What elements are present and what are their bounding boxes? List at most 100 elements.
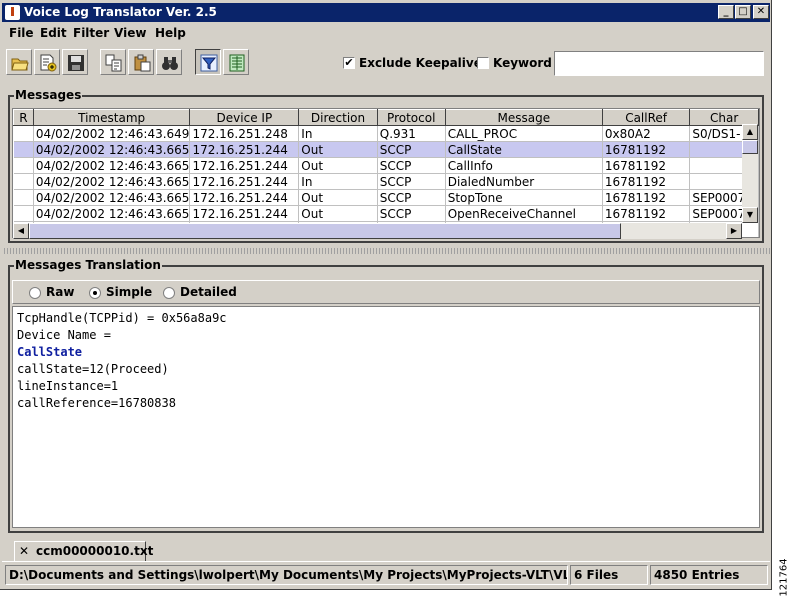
minimize-button[interactable]: _: [718, 5, 734, 19]
scroll-left-arrow-icon[interactable]: ◀: [13, 223, 29, 239]
keyword-checkbox[interactable]: [477, 57, 489, 69]
table-cell: 16781192: [602, 157, 691, 174]
window-title: Voice Log Translator Ver. 2.5: [24, 5, 217, 19]
column-header-protocol[interactable]: Protocol: [376, 109, 446, 126]
table-cell: SCCP: [377, 173, 446, 190]
paste-button[interactable]: [128, 49, 154, 75]
table-cell: 172.16.251.244: [189, 189, 300, 206]
exclude-keepalive-checkbox[interactable]: ✔: [343, 57, 355, 69]
binoculars-icon: [162, 57, 178, 70]
messages-horizontal-scrollbar[interactable]: ◀ ▶: [13, 223, 742, 239]
column-header-callref[interactable]: CallRef: [601, 109, 691, 126]
translation-line: callReference=16780838: [17, 396, 176, 410]
column-header-timestamp[interactable]: Timestamp: [32, 109, 191, 126]
table-cell: StopTone: [445, 189, 603, 206]
table-cell: 172.16.251.244: [189, 157, 300, 174]
column-header-r[interactable]: R: [13, 109, 34, 126]
radio-simple-label[interactable]: Simple: [106, 285, 152, 299]
table-row[interactable]: 04/02/2002 12:46:43.649 172.16.251.248 In Q…: [13, 125, 759, 142]
maximize-button[interactable]: □: [735, 5, 751, 19]
open-button[interactable]: [6, 49, 32, 75]
scroll-down-arrow-icon[interactable]: ▼: [742, 207, 758, 223]
close-button[interactable]: ✕: [753, 5, 769, 19]
table-cell: SCCP: [377, 141, 446, 158]
translation-text-area[interactable]: TcpHandle(TCPPid) = 0x56a8a9c Device Name…: [12, 306, 760, 528]
table-cell: 04/02/2002 12:46:43.665: [33, 141, 191, 158]
find-button[interactable]: [156, 49, 182, 75]
vertical-scroll-thumb[interactable]: [742, 140, 758, 154]
table-cell: CALL_PROC: [445, 125, 603, 142]
add-file-button[interactable]: [34, 49, 60, 75]
radio-simple[interactable]: [89, 287, 101, 299]
file-tab-label: ccm00000010.txt: [36, 544, 154, 558]
menu-view[interactable]: View: [114, 26, 146, 40]
close-tab-icon[interactable]: ✕: [19, 544, 29, 558]
table-cell: In: [298, 173, 378, 190]
table-cell: [13, 125, 34, 142]
panel-splitter[interactable]: [2, 248, 770, 254]
table-cell: Out: [298, 141, 378, 158]
columns-icon: [229, 54, 245, 72]
table-cell: Out: [298, 205, 378, 222]
table-cell: [13, 173, 34, 190]
translation-mode-group: Raw Simple Detailed: [12, 280, 760, 304]
open-icon: [11, 58, 29, 71]
translation-line: TcpHandle(TCPPid) = 0x56a8a9c: [17, 311, 227, 325]
column-header-message[interactable]: Message: [444, 109, 603, 126]
table-cell: 16781192: [602, 141, 691, 158]
table-cell: SCCP: [377, 157, 446, 174]
table-cell: Out: [298, 189, 378, 206]
table-row[interactable]: 04/02/2002 12:46:43.665 172.16.251.244 Out…: [13, 189, 759, 206]
table-row[interactable]: 04/02/2002 12:46:43.665 172.16.251.244 Out…: [13, 205, 759, 222]
scroll-right-arrow-icon[interactable]: ▶: [726, 223, 742, 239]
table-row[interactable]: 04/02/2002 12:46:43.665 172.16.251.244 Out…: [13, 157, 759, 174]
add-file-icon: [40, 54, 57, 72]
table-cell: [13, 205, 34, 222]
columns-button[interactable]: [223, 49, 249, 75]
filter-icon: [200, 54, 218, 72]
messages-vertical-scrollbar[interactable]: ▲ ▼: [742, 124, 758, 223]
filter-button[interactable]: [195, 49, 221, 75]
table-cell: 172.16.251.244: [189, 173, 300, 190]
status-files: 6 Files: [570, 565, 648, 585]
table-row[interactable]: 04/02/2002 12:46:43.665 172.16.251.244 In S…: [13, 173, 759, 190]
table-row[interactable]: 04/02/2002 12:46:43.665 172.16.251.244 Out…: [13, 141, 759, 158]
figure-id-text: 121764: [778, 558, 787, 597]
scroll-up-arrow-icon[interactable]: ▲: [742, 124, 758, 140]
messages-panel-title: Messages: [14, 88, 83, 102]
table-cell: SCCP: [377, 205, 446, 222]
column-header-direction[interactable]: Direction: [298, 109, 378, 126]
table-cell: 172.16.251.244: [189, 141, 300, 158]
menu-edit[interactable]: Edit: [40, 26, 67, 40]
radio-detailed-label[interactable]: Detailed: [180, 285, 237, 299]
table-cell: 0x80A2: [602, 125, 691, 142]
table-cell: [13, 189, 34, 206]
table-cell: DialedNumber: [445, 173, 603, 190]
table-cell: 04/02/2002 12:46:43.665: [33, 205, 191, 222]
figure-id-label: 121764: [775, 558, 787, 596]
tab-divider: [2, 561, 770, 562]
keyword-input[interactable]: [554, 51, 764, 76]
column-header-device-ip[interactable]: Device IP: [189, 109, 300, 126]
radio-detailed[interactable]: [163, 287, 175, 299]
copy-icon: [105, 54, 122, 72]
status-path: D:\Documents and Settings\lwolpert\My Do…: [5, 565, 568, 585]
horizontal-scroll-thumb[interactable]: [29, 223, 621, 239]
title-bar[interactable]: Voice Log Translator Ver. 2.5 _ □ ✕: [2, 3, 770, 22]
table-cell: OpenReceiveChannel: [445, 205, 603, 222]
menu-file[interactable]: File: [9, 26, 34, 40]
radio-raw-label[interactable]: Raw: [46, 285, 74, 299]
messages-table[interactable]: R Timestamp Device IP Direction Protocol…: [12, 108, 760, 238]
file-tab[interactable]: ✕ ccm00000010.txt: [14, 541, 153, 561]
table-cell: 172.16.251.248: [189, 125, 300, 142]
translation-line: CallState: [17, 345, 83, 359]
copy-button[interactable]: [100, 49, 126, 75]
save-button[interactable]: [62, 49, 88, 75]
table-cell: 04/02/2002 12:46:43.665: [33, 157, 191, 174]
app-window: Voice Log Translator Ver. 2.5 _ □ ✕ File…: [0, 0, 772, 590]
menu-filter[interactable]: Filter: [73, 26, 109, 40]
exclude-keepalive-label: Exclude Keepalive: [359, 56, 482, 70]
radio-raw[interactable]: [29, 287, 41, 299]
table-cell: Q.931: [377, 125, 446, 142]
menu-help[interactable]: Help: [155, 26, 186, 40]
